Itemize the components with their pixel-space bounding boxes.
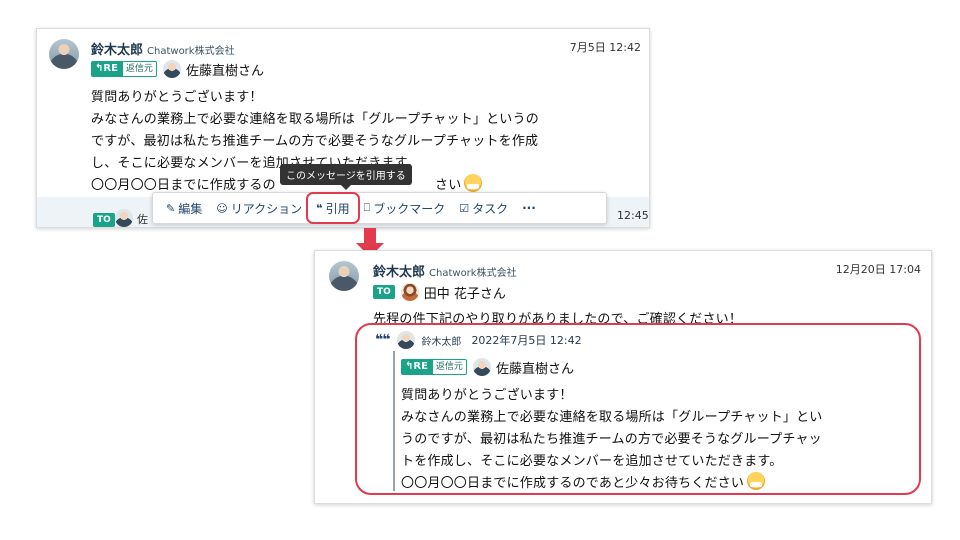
quote-sender-avatar: [397, 331, 416, 349]
to-target-avatar: [400, 283, 419, 301]
message-line: 〇〇月〇〇日までに作成するの: [91, 178, 276, 193]
edit-button[interactable]: ✎ 編集: [159, 195, 209, 221]
message-line: みなさんの業務上で必要な連絡を取る場所は「グループチャット」というの: [91, 112, 539, 127]
sender-name[interactable]: 鈴木太郎 Chatwork株式会社: [91, 39, 235, 58]
message-line: ですが、最初は私たち推進チームの方で必要そうなグループチャットを作成: [91, 134, 539, 149]
reply-tag[interactable]: ↰RE 返信元 佐藤直樹さん: [91, 60, 264, 79]
reply-source-label: 返信元: [121, 61, 157, 77]
quote-line: 〇〇月〇〇日までに作成するのであと少々お待ちください: [401, 472, 766, 491]
next-avatar: [115, 209, 133, 227]
reply-target-avatar: [162, 60, 181, 78]
quote-timestamp[interactable]: 2022年7月5日 12:42: [471, 332, 581, 348]
sender-name[interactable]: 鈴木太郎 Chatwork株式会社: [373, 261, 517, 280]
bookmark-icon: ⎕: [363, 201, 371, 214]
reply-target-avatar: [472, 358, 491, 376]
task-button[interactable]: ☑ タスク: [452, 195, 515, 221]
reply-badge: ↰RE: [91, 61, 122, 77]
pencil-icon: ✎: [166, 201, 176, 215]
quote-line: みなさんの業務上で必要な連絡を取る場所は「グループチャット」とい: [401, 410, 823, 425]
quoted-message-card: 鈴木太郎 Chatwork株式会社 12月20日 17:04 TO 田中 花子さん…: [314, 250, 932, 504]
quote-icon: ❝: [316, 201, 323, 215]
reply-target-name: 佐藤直樹さん: [495, 361, 574, 377]
to-badge: TO: [93, 213, 115, 227]
more-icon: ···: [522, 201, 536, 215]
quote-line: トを作成し、そこに必要なメンバーを追加させていただきます。: [401, 454, 783, 469]
message-action-toolbar: ✎ 編集 ☺ リアクション ❝ 引用 ⎕ ブックマーク ☑ タスク ···: [152, 192, 607, 224]
message-timestamp: 12月20日 17:04: [835, 263, 921, 276]
reaction-icon: ☺: [216, 201, 228, 215]
bookmark-button[interactable]: ⎕ ブックマーク: [357, 195, 453, 221]
next-name-partial: 佐: [137, 213, 148, 226]
quote-mark-icon: ❝❝: [375, 332, 390, 348]
emoji-icon: [747, 472, 766, 490]
to-target-name: 田中 花子さん: [423, 286, 506, 302]
more-button[interactable]: ···: [515, 195, 543, 221]
quote-reply-tag[interactable]: ↰RE 返信元 佐藤直樹さん: [401, 358, 574, 377]
sender-avatar[interactable]: [329, 261, 359, 291]
sender-org: Chatwork株式会社: [429, 268, 517, 279]
quote-header: ❝❝ 鈴木太郎 2022年7月5日 12:42: [375, 331, 582, 349]
next-time-partial: 12:45: [617, 209, 649, 222]
reaction-button[interactable]: ☺ リアクション: [209, 195, 309, 221]
reply-target-name: 佐藤直樹さん: [185, 63, 264, 79]
to-badge: TO: [373, 285, 395, 299]
to-tag[interactable]: TO 田中 花子さん: [373, 283, 506, 302]
message-timestamp: 7月5日 12:42: [569, 41, 641, 54]
arrow-shaft: [364, 228, 376, 244]
reply-badge: ↰RE: [401, 359, 432, 375]
quote-tooltip: このメッセージを引用する: [280, 164, 412, 190]
quote-button[interactable]: ❝ 引用: [306, 192, 360, 224]
reply-source-label: 返信元: [431, 359, 467, 375]
quote-line: うのですが、最初は私たち推進チームの方で必要そうなグループチャッ: [401, 432, 822, 447]
quote-line: 質問ありがとうございます！: [401, 388, 573, 403]
emoji-icon: [464, 174, 483, 192]
quote-sender-name[interactable]: 鈴木太郎: [421, 333, 461, 348]
message-line-tail: さい: [435, 174, 483, 193]
sender-org: Chatwork株式会社: [147, 46, 235, 57]
sender-avatar[interactable]: [49, 39, 79, 69]
quote-bar: [393, 351, 395, 491]
message-line: 質問ありがとうございます！: [91, 90, 263, 105]
task-icon: ☑: [459, 201, 470, 215]
